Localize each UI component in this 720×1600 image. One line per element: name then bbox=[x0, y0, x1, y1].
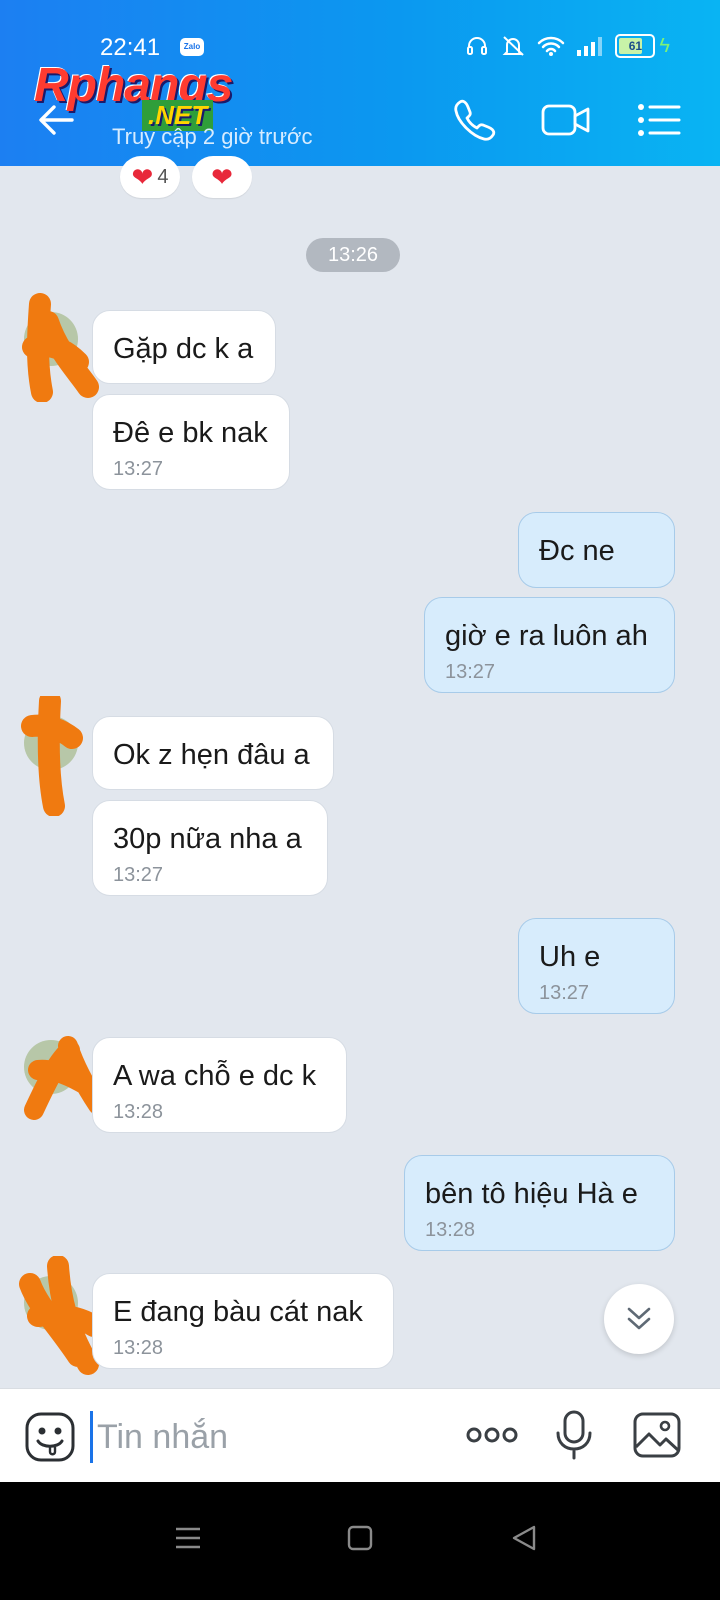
message-text: giờ e ra luôn ah bbox=[445, 620, 648, 652]
message-text: A wa chỗ e dc k bbox=[113, 1060, 317, 1092]
image-gallery-icon[interactable] bbox=[632, 1409, 682, 1461]
status-icons: 61 ϟ bbox=[465, 34, 670, 58]
list-menu-icon[interactable] bbox=[636, 96, 682, 144]
message-time: 13:28 bbox=[425, 1219, 476, 1241]
microphone-icon[interactable] bbox=[552, 1409, 596, 1461]
message-bubble-incoming[interactable]: Đê e bk nak 13:27 bbox=[92, 394, 290, 490]
message-time: 13:27 bbox=[113, 458, 164, 480]
contact-avatar[interactable] bbox=[22, 293, 99, 402]
message-input[interactable] bbox=[90, 1411, 449, 1463]
message-time: 13:28 bbox=[113, 1337, 164, 1359]
message-time: 13:28 bbox=[113, 1101, 164, 1123]
phone-icon[interactable] bbox=[450, 96, 498, 144]
zalo-notification-icon: Zalo bbox=[180, 38, 204, 56]
charging-icon: ϟ bbox=[659, 34, 670, 57]
home-icon[interactable] bbox=[340, 1518, 380, 1558]
contact-avatar[interactable] bbox=[24, 1036, 118, 1120]
message-time: 13:27 bbox=[113, 864, 164, 886]
double-chevron-down-icon bbox=[627, 1307, 651, 1330]
message-bubble-incoming[interactable]: A wa chỗ e dc k 13:28 bbox=[92, 1037, 347, 1133]
message-bubble-incoming[interactable]: 30p nữa nha a 13:27 bbox=[92, 800, 328, 896]
message-text: Đc ne bbox=[539, 535, 615, 567]
message-text: Uh e bbox=[539, 941, 601, 973]
heart-reaction[interactable]: ❤ 4 bbox=[120, 156, 180, 198]
back-arrow-icon[interactable] bbox=[34, 98, 78, 142]
timestamp-separator: 13:26 bbox=[306, 238, 400, 272]
video-call-icon[interactable] bbox=[540, 96, 592, 144]
message-text: E đang bàu cát nak bbox=[113, 1296, 363, 1328]
system-navigation-bar bbox=[0, 1482, 720, 1600]
heart-icon: ❤ bbox=[131, 162, 154, 192]
battery-icon: 61 bbox=[615, 34, 656, 58]
message-bubble-incoming[interactable]: Gặp dc k a bbox=[92, 310, 276, 384]
wifi-icon bbox=[538, 36, 565, 56]
more-options-icon[interactable] bbox=[464, 1409, 520, 1461]
back-triangle-icon[interactable] bbox=[504, 1518, 544, 1558]
vibrate-mute-icon bbox=[502, 36, 525, 56]
sticker-smiley-icon[interactable] bbox=[24, 1411, 76, 1463]
message-text: Gặp dc k a bbox=[113, 333, 254, 365]
signal-icon bbox=[577, 37, 603, 56]
reaction-bar: ❤ 4 ❤ bbox=[120, 156, 252, 198]
add-reaction-button[interactable]: ❤ bbox=[192, 156, 252, 198]
message-composer bbox=[0, 1388, 720, 1483]
message-time: 13:27 bbox=[445, 661, 496, 683]
battery-level: 61 bbox=[628, 39, 643, 53]
message-bubble-incoming[interactable]: Ok z hẹn đâu a bbox=[92, 716, 334, 790]
message-text: 30p nữa nha a bbox=[113, 823, 302, 855]
message-bubble-outgoing[interactable]: Uh e 13:27 bbox=[518, 918, 675, 1014]
reaction-count: 4 bbox=[157, 165, 169, 188]
recent-apps-icon[interactable] bbox=[168, 1518, 208, 1558]
message-text: bên tô hiệu Hà e bbox=[425, 1178, 638, 1210]
heart-icon: ❤ bbox=[211, 162, 233, 192]
message-bubble-outgoing[interactable]: bên tô hiệu Hà e 13:28 bbox=[404, 1155, 675, 1251]
scroll-to-bottom-button[interactable] bbox=[604, 1284, 674, 1354]
chat-header: 22:41 Zalo 61 ϟ Rphangs .NET Truy cập 2 … bbox=[0, 0, 720, 166]
headset-icon bbox=[467, 37, 488, 55]
message-bubble-incoming[interactable]: E đang bàu cát nak 13:28 bbox=[92, 1273, 394, 1369]
message-text: Đê e bk nak bbox=[113, 417, 268, 449]
message-time: 13:27 bbox=[539, 982, 590, 1004]
contact-avatar[interactable] bbox=[19, 1256, 105, 1375]
last-seen-status: Truy cập 2 giờ trước bbox=[112, 124, 313, 149]
message-text: Ok z hẹn đâu a bbox=[113, 739, 310, 771]
contact-avatar[interactable] bbox=[21, 696, 83, 816]
message-bubble-outgoing[interactable]: giờ e ra luôn ah 13:27 bbox=[424, 597, 675, 693]
message-bubble-outgoing[interactable]: Đc ne bbox=[518, 512, 675, 588]
